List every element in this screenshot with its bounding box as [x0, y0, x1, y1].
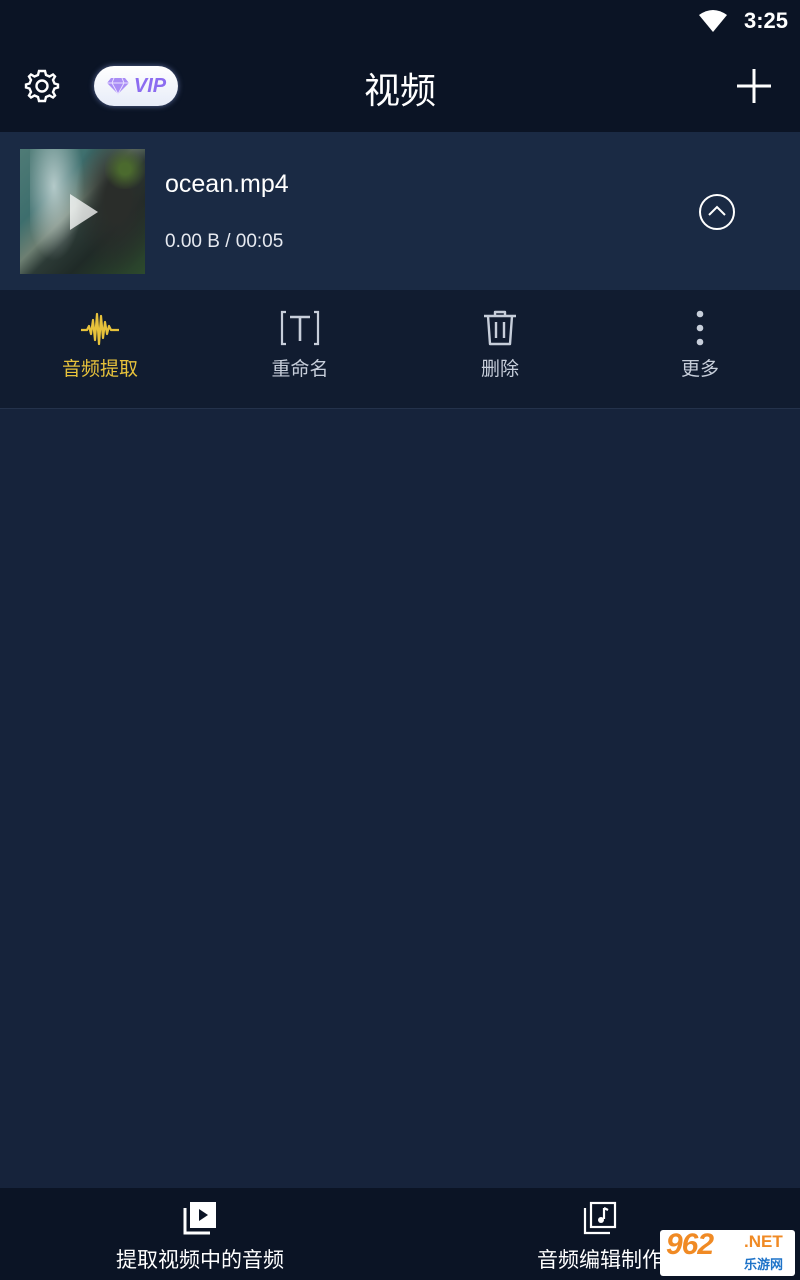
watermark-number: 962 — [666, 1228, 714, 1261]
site-watermark-logo: 962 .NET 乐游网 — [660, 1228, 795, 1276]
app-header: VIP 视频 — [0, 42, 800, 132]
status-time: 3:25 — [743, 8, 788, 33]
action-label: 音频提取 — [61, 358, 138, 380]
more-button[interactable]: 更多 — [600, 290, 800, 408]
file-info: 0.00 B / 00:05 — [165, 231, 284, 252]
action-label: 重命名 — [271, 358, 329, 380]
video-list-item[interactable]: ocean.mp4 0.00 B / 00:05 — [0, 132, 800, 290]
add-plus-icon[interactable] — [736, 68, 772, 104]
watermark-site: 乐游网 — [744, 1258, 784, 1273]
collapse-chevron-up-icon[interactable] — [698, 193, 736, 231]
video-thumbnail[interactable] — [20, 149, 145, 274]
more-vertical-icon — [696, 310, 704, 346]
watermark-suffix: .NET — [744, 1232, 783, 1251]
nav-extract-audio[interactable]: 提取视频中的音频 — [0, 1188, 400, 1280]
wifi-icon — [699, 10, 727, 32]
rename-button[interactable]: 重命名 — [200, 290, 400, 408]
action-label: 更多 — [680, 358, 719, 380]
audio-wave-icon — [81, 312, 119, 346]
action-label: 删除 — [480, 358, 519, 380]
page-title: 视频 — [363, 71, 436, 112]
play-icon — [70, 194, 98, 230]
video-library-icon — [183, 1202, 216, 1235]
rename-text-icon — [280, 310, 320, 346]
status-bar: 3:25 — [0, 0, 800, 42]
file-action-bar: 音频提取 重命名 删除 更多 — [0, 290, 800, 409]
file-name: ocean.mp4 — [165, 170, 289, 198]
music-library-icon — [583, 1201, 617, 1235]
nav-label: 提取视频中的音频 — [116, 1248, 284, 1272]
extract-audio-button[interactable]: 音频提取 — [0, 290, 200, 408]
delete-button[interactable]: 删除 — [400, 290, 600, 408]
trash-icon — [484, 310, 516, 346]
